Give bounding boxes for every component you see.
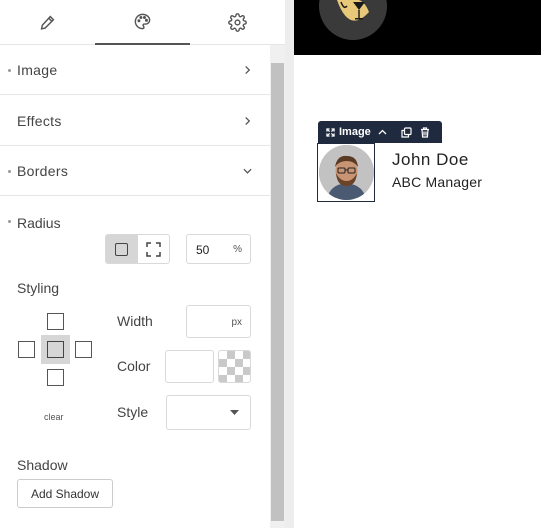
shadow-label: Shadow xyxy=(17,457,68,473)
person-title: ABC Manager xyxy=(392,174,483,190)
person-photo xyxy=(319,145,374,200)
color-label: Color xyxy=(117,358,151,374)
border-top-toggle[interactable] xyxy=(47,313,64,330)
border-style-select[interactable] xyxy=(166,395,251,430)
radius-mode-toggle xyxy=(105,234,170,264)
square-icon xyxy=(115,242,129,256)
gear-icon xyxy=(228,13,247,32)
square-icon xyxy=(47,341,64,358)
caret-down-icon xyxy=(230,410,239,415)
style-panel: Image Effects Borders Radius 50 % Stylin… xyxy=(0,0,285,528)
radius-unit: % xyxy=(233,244,242,255)
selected-image-frame[interactable] xyxy=(317,143,375,202)
style-label: Style xyxy=(117,404,149,420)
tab-content[interactable] xyxy=(0,0,95,45)
radius-value: 50 xyxy=(196,243,210,257)
styling-label: Styling xyxy=(17,280,60,296)
section-borders[interactable]: Borders xyxy=(0,146,270,196)
chevron-up-icon[interactable] xyxy=(378,129,387,135)
expand-icon[interactable] xyxy=(326,127,335,137)
radius-input[interactable]: 50 % xyxy=(186,234,251,264)
duplicate-icon[interactable] xyxy=(401,126,412,138)
modified-dot xyxy=(8,170,11,173)
border-width-unit: px xyxy=(231,317,242,328)
pencil-icon xyxy=(40,15,55,30)
chevron-down-icon xyxy=(243,168,252,174)
tab-advanced[interactable] xyxy=(190,0,285,45)
trash-icon[interactable] xyxy=(420,126,430,138)
section-effects-label: Effects xyxy=(17,112,62,129)
cocktail-logo-icon xyxy=(319,0,387,40)
palette-icon xyxy=(134,13,151,30)
border-right-toggle[interactable] xyxy=(75,341,92,358)
border-all-toggle[interactable] xyxy=(41,335,70,364)
width-label: Width xyxy=(117,313,153,329)
modified-dot xyxy=(8,69,11,72)
chevron-right-icon xyxy=(245,65,251,74)
header-banner xyxy=(294,0,541,55)
section-image[interactable]: Image xyxy=(0,45,270,95)
scrollbar-thumb[interactable] xyxy=(271,63,284,521)
add-shadow-button[interactable]: Add Shadow xyxy=(17,479,113,508)
border-width-input[interactable]: px xyxy=(186,305,251,338)
person-name: John Doe xyxy=(392,150,469,169)
section-effects[interactable]: Effects xyxy=(0,96,270,146)
element-toolbar: Image xyxy=(318,121,442,143)
toolbar-label: Image xyxy=(339,126,371,138)
border-left-toggle[interactable] xyxy=(18,341,35,358)
section-borders-label: Borders xyxy=(17,162,69,179)
border-color-swatch[interactable] xyxy=(165,350,214,383)
clear-button[interactable]: clear xyxy=(44,412,64,422)
transparent-color-button[interactable] xyxy=(218,350,251,383)
logo xyxy=(319,0,387,40)
modified-dot xyxy=(8,220,11,223)
radius-label: Radius xyxy=(17,215,61,231)
border-bottom-toggle[interactable] xyxy=(47,369,64,386)
tab-style[interactable] xyxy=(95,0,190,45)
radius-individual-button[interactable] xyxy=(138,235,170,263)
radius-all-button[interactable] xyxy=(106,235,138,263)
corners-icon xyxy=(146,241,161,257)
panel-divider xyxy=(285,0,294,528)
avatar xyxy=(319,145,374,200)
panel-tabs xyxy=(0,0,285,45)
chevron-right-icon xyxy=(245,116,251,125)
section-image-label: Image xyxy=(17,61,58,78)
